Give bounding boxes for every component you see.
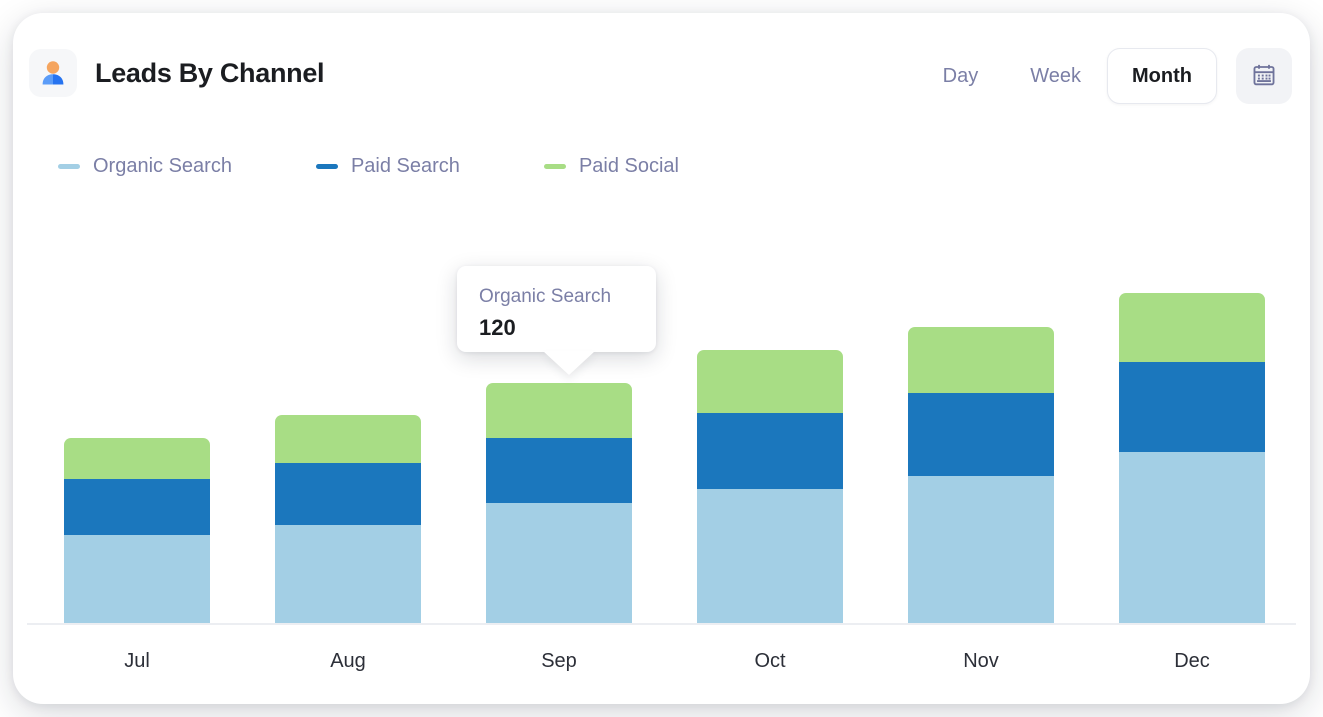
bar-nov[interactable] — [908, 327, 1054, 623]
bar-segment-paid-social[interactable] — [1119, 293, 1265, 362]
bar-segment-paid-social[interactable] — [275, 415, 421, 463]
x-axis-label-sep: Sep — [541, 650, 577, 672]
bar-segment-paid-search[interactable] — [697, 413, 843, 489]
x-axis-label-oct: Oct — [754, 650, 786, 672]
tooltip-value: 120 — [479, 315, 516, 340]
x-axis-label-dec: Dec — [1174, 650, 1210, 672]
bar-segment-paid-social[interactable] — [908, 327, 1054, 393]
screen: Leads By Channel Day Week Month Organic … — [0, 0, 1323, 717]
bar-segment-paid-social[interactable] — [697, 350, 843, 413]
bar-segment-organic-search[interactable] — [64, 535, 210, 623]
bar-segment-organic-search[interactable] — [908, 476, 1054, 623]
bar-segment-organic-search[interactable] — [275, 525, 421, 623]
tooltip-title: Organic Search — [479, 286, 612, 307]
x-axis-label-nov: Nov — [963, 650, 999, 672]
chart-plot-area: Jul Aug Sep Oct Nov Dec — [13, 13, 1310, 704]
bar-segment-paid-search[interactable] — [1119, 362, 1265, 452]
tooltip-arrow-icon — [543, 351, 595, 375]
bar-segment-paid-social[interactable] — [486, 383, 632, 438]
chart-tooltip: Organic Search 120 — [457, 266, 656, 375]
x-axis-label-jul: Jul — [124, 650, 150, 672]
bar-segment-paid-search[interactable] — [64, 479, 210, 535]
bar-dec[interactable] — [1119, 293, 1265, 623]
x-axis-line — [27, 623, 1296, 625]
bar-segment-organic-search[interactable] — [1119, 452, 1265, 623]
bar-segment-paid-search[interactable] — [486, 438, 632, 503]
bar-oct[interactable] — [697, 350, 843, 623]
bar-jul[interactable] — [64, 438, 210, 623]
x-axis-label-aug: Aug — [330, 650, 366, 672]
bar-segment-paid-social[interactable] — [64, 438, 210, 479]
bar-sep[interactable] — [486, 383, 632, 623]
bar-aug[interactable] — [275, 415, 421, 623]
bar-segment-paid-search[interactable] — [275, 463, 421, 525]
leads-by-channel-card: Leads By Channel Day Week Month Organic … — [13, 13, 1310, 704]
bar-segment-paid-search[interactable] — [908, 393, 1054, 476]
bar-segment-organic-search[interactable] — [486, 503, 632, 623]
bar-segment-organic-search[interactable] — [697, 489, 843, 623]
